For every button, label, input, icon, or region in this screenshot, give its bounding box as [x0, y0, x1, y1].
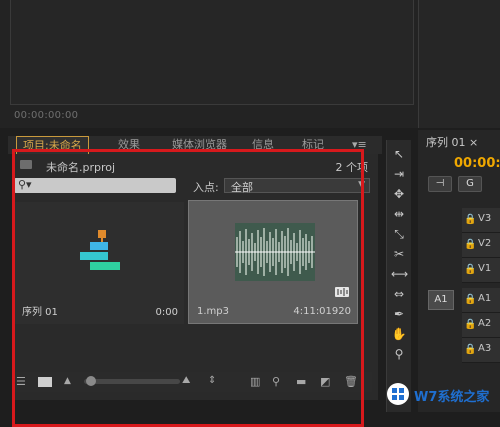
track-select-tool-icon[interactable]: ⇥	[391, 166, 407, 182]
find-icon[interactable]: ⚲	[272, 375, 280, 388]
sequence-icon	[80, 230, 120, 270]
windows-logo-icon	[387, 383, 409, 405]
icon-view-icon[interactable]	[38, 377, 52, 387]
zoom-slider-handle[interactable]	[86, 376, 96, 386]
folder-icon	[20, 160, 32, 169]
tab-markers[interactable]: 标记	[296, 136, 330, 154]
waveform-thumbnail	[235, 223, 315, 281]
track-a2[interactable]: 🔒 A2	[462, 313, 500, 338]
track-label: V1	[478, 263, 492, 274]
tab-project[interactable]: 项目:未命名	[16, 136, 89, 154]
track-label: V2	[478, 238, 492, 249]
search-input[interactable]: ⚲▾	[14, 178, 176, 193]
search-icon: ⚲▾	[18, 178, 32, 191]
zoom-tool-icon[interactable]: ⚲	[391, 346, 407, 362]
new-bin-icon[interactable]: ▬	[296, 375, 306, 388]
ripple-edit-tool-icon[interactable]: ✥	[391, 186, 407, 202]
track-a3[interactable]: 🔒 A3	[462, 338, 500, 363]
snap-icon[interactable]: ⊣	[428, 176, 452, 192]
sort-icon[interactable]: ⇕	[208, 375, 216, 386]
rolling-edit-tool-icon[interactable]: ⇹	[391, 206, 407, 222]
delete-icon[interactable]: 🗑	[344, 375, 358, 388]
new-item-icon[interactable]: ◩	[320, 375, 330, 388]
waveform-icon	[235, 228, 315, 276]
audio-icon	[335, 287, 349, 297]
lock-icon[interactable]: 🔒	[464, 214, 476, 225]
lock-icon[interactable]: 🔒	[464, 264, 476, 275]
in-point-select[interactable]: 全部 ▼	[224, 178, 370, 194]
track-v1[interactable]: 🔒 V1	[462, 258, 500, 283]
lock-icon[interactable]: 🔒	[464, 239, 476, 250]
zoom-in-icon[interactable]: ⛰	[182, 375, 190, 386]
zoom-slider[interactable]	[84, 379, 180, 384]
lock-icon[interactable]: 🔒	[464, 344, 476, 355]
watermark-text: W7系统之家	[414, 390, 490, 405]
razor-tool-icon[interactable]: ✂	[391, 246, 407, 262]
monitor-right-panel	[418, 0, 500, 128]
in-point-label: 入点:	[193, 181, 219, 194]
item-duration: 4:11:01920	[293, 306, 351, 317]
track-v3[interactable]: 🔒 V3	[462, 208, 500, 233]
tools-panel: ↖ ⇥ ✥ ⇹ ⤡ ✂ ⟷ ⇔ ✒ ✋ ⚲	[386, 140, 411, 412]
timeline-panel: 序列 01 × 00:00:0 ⊣ G 🔒 V3 🔒 V2 🔒 V1 🔒 A1 …	[418, 130, 500, 412]
track-v2[interactable]: 🔒 V2	[462, 233, 500, 258]
tab-sequence[interactable]: 序列 01 ×	[426, 134, 478, 150]
track-label: A1	[478, 293, 492, 304]
timeline-timecode[interactable]: 00:00:0	[454, 156, 500, 171]
automate-icon[interactable]: ▥	[250, 375, 260, 388]
project-toolbar: ☰ ▲ ⛰ ⇕ ▥ ⚲ ▬ ◩ 🗑	[14, 372, 372, 392]
lock-icon[interactable]: 🔒	[464, 294, 476, 305]
item-name: 1.mp3	[197, 306, 229, 317]
track-label: V3	[478, 213, 492, 224]
list-view-icon[interactable]: ☰	[16, 375, 26, 388]
item-name: 序列 01	[22, 307, 58, 318]
panel-menu-icon[interactable]: ▾≡	[346, 136, 373, 154]
project-header: 未命名.prproj 2 个项	[14, 156, 374, 176]
hand-tool-icon[interactable]: ✋	[391, 326, 407, 342]
zoom-out-icon[interactable]: ▲	[64, 376, 71, 386]
track-label: A3	[478, 343, 492, 354]
watermark: W7系统之家	[382, 378, 500, 412]
chevron-down-icon: ▼	[358, 180, 365, 190]
in-point-value: 全部	[231, 181, 253, 194]
monitor-timecode[interactable]: 00:00:00:00	[14, 110, 78, 121]
tab-info[interactable]: 信息	[246, 136, 280, 154]
add-marker-icon[interactable]: G	[458, 176, 482, 192]
slip-tool-icon[interactable]: ⟷	[391, 266, 408, 282]
source-track-a1[interactable]: A1	[428, 290, 454, 310]
pen-tool-icon[interactable]: ✒	[391, 306, 407, 322]
monitor-viewport	[10, 0, 414, 105]
panel-tab-bar: 项目:未命名 效果 媒体浏览器 信息 标记 ▾≡	[8, 136, 382, 154]
slide-tool-icon[interactable]: ⇔	[391, 286, 407, 302]
track-label: A2	[478, 318, 492, 329]
item-duration: 0:00	[155, 307, 178, 318]
project-item-audio[interactable]: 1.mp3 4:11:01920	[188, 200, 358, 324]
track-a1[interactable]: 🔒 A1	[462, 288, 500, 313]
project-name: 未命名.prproj	[46, 161, 116, 174]
item-count: 2 个项	[335, 161, 369, 174]
selection-tool-icon[interactable]: ↖	[391, 146, 407, 162]
tab-effects[interactable]: 效果	[112, 136, 146, 154]
lock-icon[interactable]: 🔒	[464, 319, 476, 330]
tab-media-browser[interactable]: 媒体浏览器	[166, 136, 233, 154]
project-item-sequence[interactable]: 序列 01 0:00	[14, 202, 184, 324]
rate-stretch-tool-icon[interactable]: ⤡	[391, 226, 407, 242]
